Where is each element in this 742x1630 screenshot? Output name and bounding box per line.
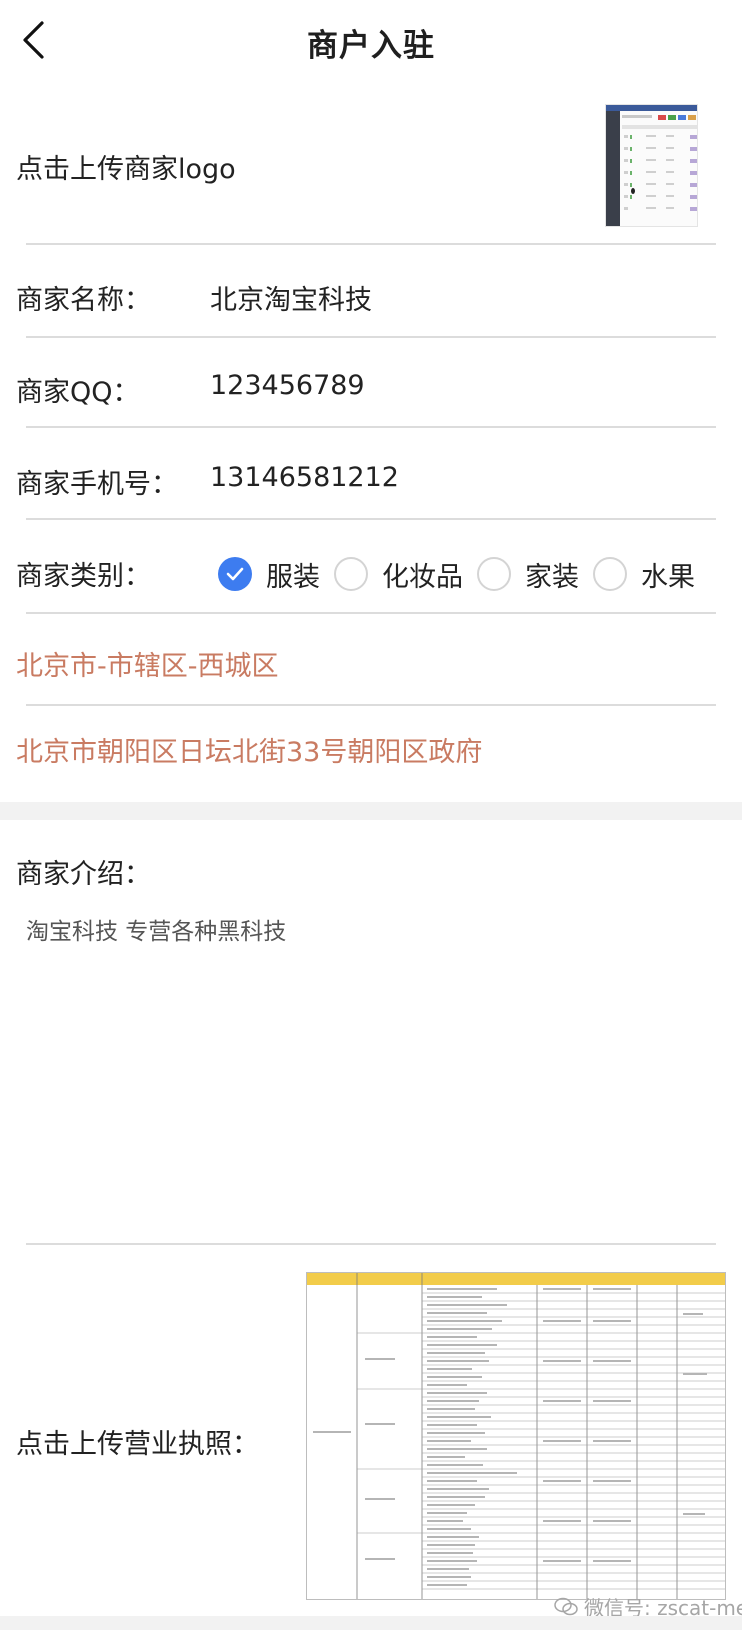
radio-unchecked-icon[interactable]: [334, 557, 368, 591]
merchant-qq-label: 商家QQ：: [16, 377, 140, 408]
merchant-name-field[interactable]: 北京淘宝科技: [210, 278, 372, 317]
logo-upload-label[interactable]: 点击上传商家logo: [16, 147, 236, 186]
category-option-fruit[interactable]: 水果: [593, 555, 695, 594]
divider: [26, 426, 716, 428]
divider: [26, 336, 716, 338]
header: 商户入驻: [0, 0, 742, 84]
region-selector[interactable]: 北京市-市辖区-西城区: [16, 644, 279, 683]
category-option-label: 服装: [266, 561, 320, 593]
wechat-icon: [554, 1597, 578, 1615]
merchant-phone-label: 商家手机号：: [16, 469, 178, 500]
divider: [26, 518, 716, 520]
divider: [26, 243, 716, 245]
merchant-intro-textarea[interactable]: 淘宝科技 专营各种黑科技: [26, 912, 286, 946]
divider: [26, 612, 716, 614]
screenshot-preview-icon: [606, 105, 697, 226]
divider: [26, 1243, 716, 1245]
category-option-cosmetics[interactable]: 化妆品: [334, 555, 463, 594]
divider: [26, 704, 716, 706]
merchant-name-label: 商家名称：: [16, 285, 151, 316]
page-title: 商户入驻: [307, 28, 435, 64]
category-option-label: 化妆品: [382, 561, 463, 593]
bottom-bar: [0, 1616, 742, 1630]
category-option-clothing[interactable]: 服装: [218, 555, 320, 594]
category-option-home[interactable]: 家装: [477, 555, 579, 594]
radio-unchecked-icon[interactable]: [477, 557, 511, 591]
license-upload-label[interactable]: 点击上传营业执照：: [16, 1422, 259, 1461]
radio-checked-icon[interactable]: [218, 557, 252, 591]
spreadsheet-preview-icon: [307, 1273, 725, 1599]
category-option-label: 水果: [641, 561, 695, 593]
merchant-category-radio-group: 服装 化妆品 家装 水果: [218, 554, 709, 594]
business-license-thumbnail[interactable]: [306, 1272, 726, 1600]
address-field[interactable]: 北京市朝阳区日坛北街33号朝阳区政府: [16, 730, 482, 769]
merchant-phone-field[interactable]: 13146581212: [210, 462, 399, 493]
merchant-category-label: 商家类别：: [16, 561, 151, 592]
radio-unchecked-icon[interactable]: [593, 557, 627, 591]
logo-image-thumbnail[interactable]: [605, 104, 698, 227]
section-separator: [0, 802, 742, 820]
category-option-label: 家装: [525, 561, 579, 593]
merchant-qq-field[interactable]: 123456789: [210, 370, 365, 401]
merchant-intro-label: 商家介绍：: [16, 859, 151, 890]
